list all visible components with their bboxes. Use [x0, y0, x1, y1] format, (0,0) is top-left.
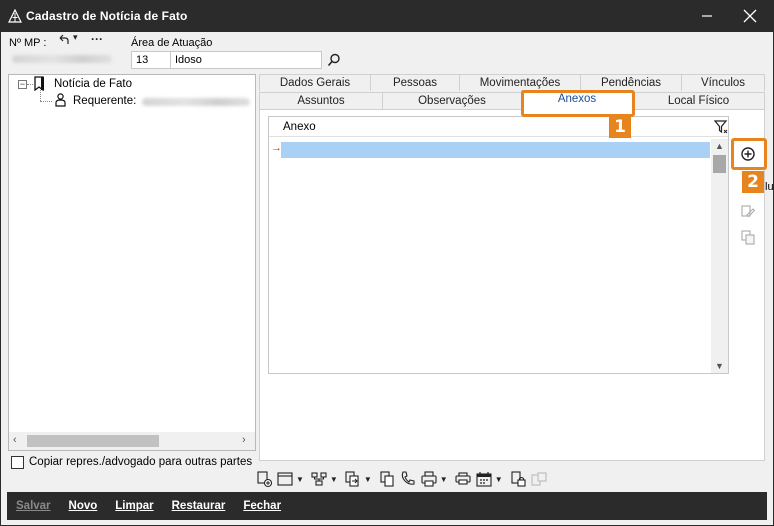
undo-icon[interactable]	[57, 34, 69, 49]
mp-number-value	[12, 55, 112, 63]
app-logo-icon	[8, 9, 22, 23]
area-name-field[interactable]: Idoso	[170, 51, 322, 69]
hierarchy-icon[interactable]: ▼	[310, 468, 341, 490]
scrollbar-thumb[interactable]	[27, 435, 159, 447]
anexos-grid: Anexo → ▲ ▼	[268, 116, 729, 374]
scroll-down-icon[interactable]: ▼	[715, 361, 724, 372]
minimize-icon	[702, 15, 712, 17]
new-document-icon[interactable]	[255, 468, 273, 490]
calendar-icon[interactable]: ▼	[475, 468, 506, 490]
bottom-toolbar: ▼ ▼ ▼ ▼ ▼	[255, 468, 548, 490]
tree-panel: − Notícia de Fato Requerente:	[8, 74, 256, 451]
more-options-icon[interactable]: ···	[91, 32, 103, 46]
copy-document-icon	[741, 230, 755, 245]
edit-attachment-button[interactable]	[738, 201, 758, 221]
scroll-up-icon[interactable]: ▲	[715, 141, 724, 152]
tab-movimentacoes[interactable]: Movimentações	[459, 74, 581, 91]
copy-attachment-button[interactable]	[738, 227, 758, 247]
tab-pessoas[interactable]: Pessoas	[370, 74, 460, 91]
window-title: Cadastro de Notícia de Fato	[26, 9, 188, 23]
printer-icon[interactable]	[454, 468, 472, 490]
search-icon[interactable]	[327, 53, 341, 70]
highlight-add-button	[731, 138, 767, 170]
save-button[interactable]: Salvar	[16, 500, 51, 512]
copy-document-icon[interactable]	[378, 468, 396, 490]
scroll-left-icon[interactable]: ‹	[13, 435, 17, 446]
tree-item-label: Notícia de Fato	[54, 78, 132, 90]
highlight-anexos-tab	[521, 90, 635, 117]
requerente-name-value	[142, 98, 250, 106]
filter-icon[interactable]	[713, 120, 728, 137]
column-header-anexo[interactable]: Anexo	[283, 121, 316, 133]
tree-connector	[40, 101, 52, 102]
move-document-icon[interactable]: ▼	[344, 468, 375, 490]
action-bar: Salvar Novo Limpar Restaurar Fechar	[7, 492, 767, 520]
new-button[interactable]: Novo	[69, 500, 98, 512]
close-icon	[743, 9, 757, 23]
tab-assuntos[interactable]: Assuntos	[259, 92, 383, 109]
step-badge-2: 2	[742, 171, 764, 193]
tree-item-noticia[interactable]: Notícia de Fato	[54, 78, 132, 90]
collapse-icon[interactable]: −	[18, 80, 27, 89]
window-icon[interactable]: ▼	[276, 468, 307, 490]
transfer-icon	[530, 468, 548, 490]
mp-label: Nº MP :	[9, 37, 47, 49]
step-badge-1: 1	[609, 116, 631, 138]
chevron-down-icon[interactable]: ▾	[73, 32, 78, 43]
print-icon[interactable]: ▼	[420, 468, 451, 490]
restore-button[interactable]: Restaurar	[172, 500, 226, 512]
grid-vertical-scrollbar[interactable]: ▲ ▼	[711, 139, 728, 373]
title-bar: Cadastro de Notícia de Fato	[0, 0, 774, 32]
phone-icon[interactable]	[399, 468, 417, 490]
area-label: Área de Atuação	[131, 37, 213, 49]
copy-representative-checkbox[interactable]	[11, 456, 24, 469]
dialog-body: Nº MP : ▾ ··· Área de Atuação 13 Idoso −…	[1, 32, 774, 525]
close-button[interactable]	[728, 0, 772, 32]
tab-vinculos[interactable]: Vínculos	[681, 74, 765, 91]
document-icon	[34, 76, 46, 94]
area-code-field[interactable]: 13	[131, 51, 171, 69]
scrollbar-thumb[interactable]	[713, 155, 726, 173]
tab-dados-gerais[interactable]: Dados Gerais	[259, 74, 371, 91]
tree-item-label: Requerente:	[73, 95, 137, 107]
person-icon	[55, 93, 66, 110]
table-row[interactable]	[281, 142, 710, 158]
edit-document-icon	[741, 205, 756, 218]
grid-header: Anexo	[269, 117, 728, 137]
close-dialog-button[interactable]: Fechar	[243, 500, 281, 512]
tree-connector	[27, 84, 33, 85]
tree-horizontal-scrollbar[interactable]: ‹ ›	[9, 432, 255, 450]
tab-local-fisico[interactable]: Local Físico	[632, 92, 765, 109]
copy-representative-label: Copiar repres./advogado para outras part…	[29, 456, 253, 468]
clear-button[interactable]: Limpar	[115, 500, 153, 512]
tab-pendencias[interactable]: Pendências	[580, 74, 682, 91]
scroll-right-icon[interactable]: ›	[242, 435, 246, 446]
tab-observacoes[interactable]: Observações	[382, 92, 522, 109]
tree-item-requerente[interactable]: Requerente:	[73, 95, 136, 107]
tooltip-fragment: lu	[765, 181, 774, 193]
minimize-button[interactable]	[685, 0, 729, 32]
lock-document-icon[interactable]	[509, 468, 527, 490]
